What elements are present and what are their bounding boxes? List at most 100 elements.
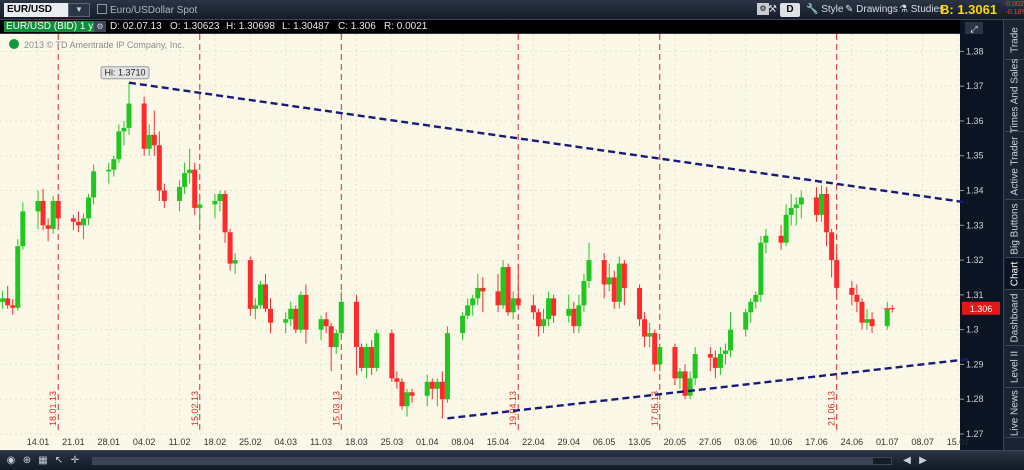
candle-body [252, 305, 258, 309]
candle-body [748, 301, 754, 313]
price-chart[interactable]: 18.01.13 15.02.13 15.03.13 19.04.13 17.05.13… [0, 34, 1003, 450]
candle-body [5, 298, 11, 306]
candle-body [510, 298, 516, 313]
scrollbar-thumb[interactable] [93, 458, 873, 464]
candle-body [798, 197, 804, 205]
x-tick-label: 03.06 [734, 437, 757, 447]
y-tick-label: 1.33 [966, 220, 984, 230]
chart-symbol-label[interactable]: EUR/USD (BID) 1 y D [4, 21, 106, 32]
tab-label: Level II [1009, 350, 1020, 383]
candle-body [813, 197, 819, 215]
candle-body [652, 333, 658, 365]
candle-body [758, 242, 764, 295]
candle-body [829, 232, 835, 261]
wrench-icon: 🔧 [806, 4, 819, 15]
y-tick-label: 1.29 [966, 359, 984, 369]
candle-body [151, 134, 157, 146]
candle-body [111, 159, 117, 170]
price-change: -0.0024-0.18% [1004, 1, 1024, 17]
candle-body [338, 301, 344, 334]
candle-body [227, 232, 233, 264]
style-button[interactable]: 🔧 Style [806, 3, 843, 17]
candle-body [303, 294, 309, 330]
candle-body [359, 347, 365, 368]
timeframe-button[interactable]: D [780, 3, 800, 17]
tab-times-and-sales[interactable]: Times And Sales [1005, 58, 1024, 133]
y-tick-label: 1.36 [966, 116, 984, 126]
tab-active-trader[interactable]: Active Trader [1005, 132, 1024, 200]
chart-settings-icon[interactable]: ⚙ [94, 21, 106, 32]
info-low: L: 1.30487 [282, 21, 330, 32]
candle-body [657, 347, 663, 365]
candle-body [328, 326, 334, 348]
plot-background [0, 34, 960, 450]
scroll-left-icon[interactable]: ◀ [900, 455, 914, 467]
x-tick-label: 01.04 [416, 437, 439, 447]
symbol-dropdown-button[interactable]: ▼ [68, 3, 90, 17]
tab-label: Trade [1009, 26, 1020, 53]
cursor-icon[interactable]: ↖ [52, 455, 66, 467]
x-tick-label: 01.07 [876, 437, 899, 447]
grid-icon[interactable]: ▦ [36, 455, 50, 467]
candle-body [864, 319, 870, 323]
zoom-icon[interactable]: ⊕ [20, 455, 34, 467]
candle-body [217, 194, 223, 201]
y-tick-label: 1.28 [966, 394, 984, 404]
y-tick-label: 1.38 [966, 46, 984, 56]
studies-button[interactable]: ⚗ Studies [899, 3, 944, 17]
tab-live-news[interactable]: Live News [1005, 388, 1024, 438]
candle-body [20, 211, 26, 247]
tab-label: Times And Sales [1009, 58, 1020, 133]
candle-body [819, 194, 825, 215]
x-tick-label: 14.01 [27, 437, 50, 447]
tab-chart[interactable]: Chart [1005, 258, 1024, 290]
candle-body [495, 291, 501, 306]
candle-body [0, 298, 6, 302]
tab-dashboard[interactable]: Dashboard [1005, 290, 1024, 346]
candle-body [369, 347, 375, 368]
candle-body [884, 308, 890, 327]
crosshair-icon[interactable]: ✛ [68, 455, 82, 467]
candle-body [374, 333, 380, 368]
info-range: R: 0.0021 [384, 21, 428, 32]
candle-body [268, 308, 274, 323]
horizontal-scrollbar[interactable] [92, 457, 892, 465]
tab-trade[interactable]: Trade [1005, 20, 1024, 60]
candle-body [353, 301, 359, 348]
candle-body [177, 187, 183, 201]
candle-body [364, 347, 370, 368]
x-tick-label: 08.04 [451, 437, 474, 447]
candle-body [849, 287, 855, 295]
candle-body [116, 131, 122, 160]
candle-body [647, 333, 653, 337]
tab-label: Big Buttons [1009, 202, 1020, 255]
x-tick-label: 13.05 [628, 437, 651, 447]
candle-body [611, 277, 617, 302]
candle-body [399, 381, 405, 407]
wrench-button[interactable]: ⚒ [768, 3, 777, 17]
x-tick-label: 20.05 [664, 437, 687, 447]
tab-big-buttons[interactable]: Big Buttons [1005, 200, 1024, 258]
candle-body [475, 287, 481, 299]
tab-label: Dashboard [1009, 293, 1020, 342]
candle-body [793, 204, 799, 208]
x-tick-label: 18.03 [345, 437, 368, 447]
change-percent: -0.18% [1005, 9, 1024, 16]
price-axis-panel [960, 34, 1003, 450]
candle-body [500, 267, 506, 306]
candle-body [146, 134, 152, 149]
x-tick-label: 25.02 [239, 437, 262, 447]
wrench-icon: ⚒ [768, 4, 777, 15]
status-icon [9, 39, 19, 49]
drawings-button[interactable]: ✎ Drawings [845, 3, 898, 17]
candle-body [182, 173, 188, 188]
tab-level-ii[interactable]: Level II [1005, 346, 1024, 388]
candle-body [722, 350, 728, 354]
scroll-right-icon[interactable]: ▶ [916, 455, 930, 467]
x-tick-label: 08.07 [911, 437, 934, 447]
pencil-icon: ✎ [845, 4, 854, 15]
x-tick-label: 04.03 [274, 437, 297, 447]
symbol-input[interactable]: EUR/USD [4, 3, 68, 17]
candle-body [212, 200, 218, 205]
camera-icon[interactable]: ◉ [4, 455, 18, 467]
